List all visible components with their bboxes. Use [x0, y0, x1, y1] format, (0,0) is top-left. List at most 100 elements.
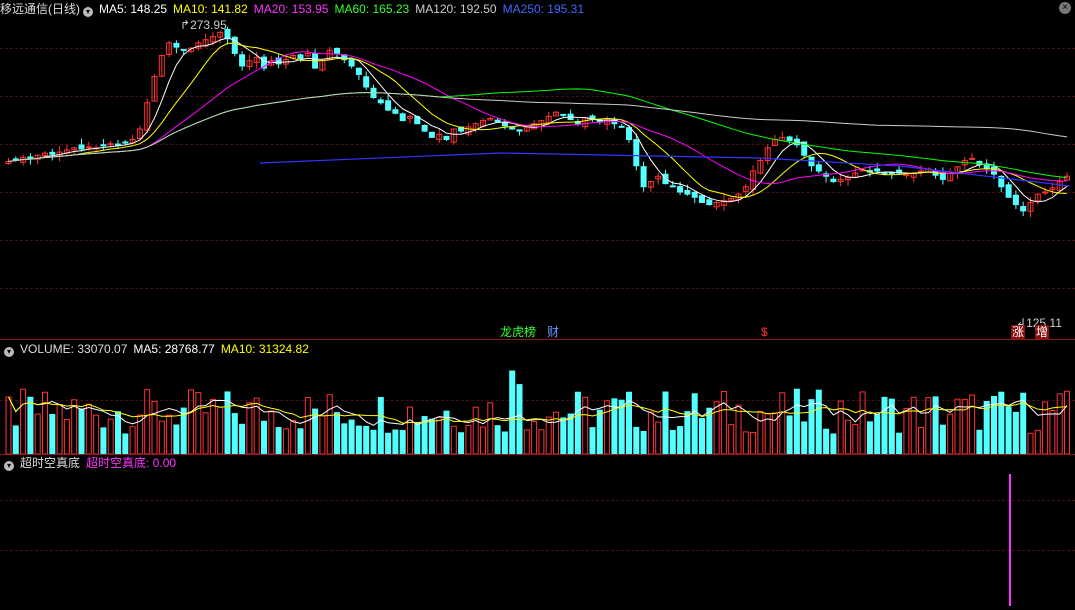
volume-bar: [1049, 410, 1056, 454]
candle-down: [618, 125, 625, 128]
volume-bar: [334, 412, 340, 454]
candle-down: [640, 166, 647, 188]
candle-up: [969, 157, 976, 160]
collapse-icon[interactable]: ▾: [83, 7, 93, 17]
candle-down: [560, 113, 567, 116]
candle-down: [173, 42, 180, 48]
volume-bar: [604, 400, 611, 454]
candle-down: [122, 141, 129, 144]
volume-bar: [480, 426, 486, 454]
volume-bar: [713, 401, 720, 454]
volume-chart[interactable]: [0, 354, 1075, 454]
candle-down: [677, 186, 684, 193]
volume-bar: [976, 429, 983, 454]
dollar-tag[interactable]: $: [761, 325, 768, 339]
cai-tag[interactable]: 财: [547, 325, 559, 339]
candle-down: [355, 67, 362, 75]
candle-down: [78, 144, 85, 150]
candle-down: [626, 127, 632, 140]
volume-bar: [969, 394, 976, 454]
volume-bar: [458, 432, 465, 454]
volume-bar: [750, 432, 757, 454]
volume-bar: [231, 413, 238, 454]
volume-bar: [107, 418, 114, 454]
close-icon[interactable]: ×: [1059, 2, 1071, 14]
candle-up: [918, 170, 924, 173]
volume-bar: [399, 430, 406, 454]
candle-down: [706, 199, 713, 206]
volume-bar: [436, 416, 443, 454]
candle-up: [85, 146, 92, 149]
volume-bar: [567, 413, 574, 454]
candle-down: [509, 126, 516, 130]
longhu-tag[interactable]: 龙虎榜: [500, 325, 536, 339]
indicator-chart[interactable]: [0, 470, 1075, 610]
volume-bar: [85, 403, 92, 454]
volume-bar: [735, 404, 742, 454]
volume-bar: [129, 426, 136, 454]
volume-bar: [392, 429, 399, 454]
indicator-value: 超时空真底: 0.00: [86, 456, 177, 470]
volume-bar: [1012, 411, 1019, 454]
volume-bar: [71, 399, 78, 454]
volume-bar: [910, 396, 917, 454]
volume-bar: [385, 432, 392, 454]
ma5-legend: MA5: 148.25: [99, 2, 168, 16]
volume-bar: [720, 390, 727, 454]
volume-bar: [494, 425, 501, 454]
volume-bar: [428, 418, 435, 454]
volume-bar: [808, 399, 815, 454]
volume-bar: [574, 391, 581, 454]
zhang-tag[interactable]: 涨: [1011, 325, 1026, 339]
candle-down: [786, 136, 793, 142]
volume-bar: [633, 426, 640, 454]
volume-bar: [34, 413, 41, 454]
volume-bar: [363, 425, 370, 454]
volume-bar: [326, 394, 333, 454]
volume-bar: [925, 397, 932, 454]
volume-bar: [297, 428, 304, 454]
volume-bar: [874, 414, 881, 454]
volume-bar: [757, 411, 764, 454]
candle-up: [107, 143, 114, 146]
candle-down: [334, 47, 340, 54]
volume-bar: [538, 429, 545, 454]
volume-bar: [78, 408, 85, 454]
volume-bar: [115, 411, 121, 454]
candle-down: [516, 129, 523, 132]
candle-down: [428, 131, 435, 138]
volume-bar: [823, 428, 830, 454]
candle-down: [669, 185, 676, 188]
volume-bar: [866, 421, 873, 454]
volume-bar: [268, 410, 275, 454]
volume-bar: [465, 424, 472, 454]
volume-bar: [830, 433, 837, 454]
volume-bar: [63, 418, 70, 454]
price-chart[interactable]: [0, 18, 1075, 340]
volume-bar: [801, 421, 808, 454]
volume-bar: [793, 388, 800, 454]
volume-bar: [122, 433, 129, 454]
volume-bar: [487, 402, 494, 454]
volume-bar: [918, 427, 924, 454]
volume-bar: [677, 426, 684, 454]
zeng-tag[interactable]: 增: [1035, 325, 1050, 339]
candle-down: [443, 135, 450, 140]
candle-down: [1012, 194, 1019, 206]
volume-bar: [998, 391, 1005, 454]
volume-bar: [742, 431, 749, 454]
volume-bar: [596, 409, 603, 454]
price-header: 移远通信(日线) ▾ MA5: 148.25 MA10: 141.82 MA20: 15…: [0, 1, 590, 17]
ma120-legend: MA120: 192.50: [415, 2, 497, 16]
candle-down: [1005, 184, 1012, 198]
volume-bar: [859, 391, 866, 454]
volume-bar: [815, 389, 822, 454]
volume-bar: [450, 425, 457, 454]
volume-bar: [903, 407, 910, 454]
volume-bar: [786, 415, 793, 454]
ma250-legend: MA250: 195.31: [502, 2, 585, 16]
volume-bar: [1056, 393, 1063, 454]
volume-bar: [100, 427, 107, 454]
volume-bar: [728, 424, 735, 454]
volume-bar: [290, 419, 297, 454]
